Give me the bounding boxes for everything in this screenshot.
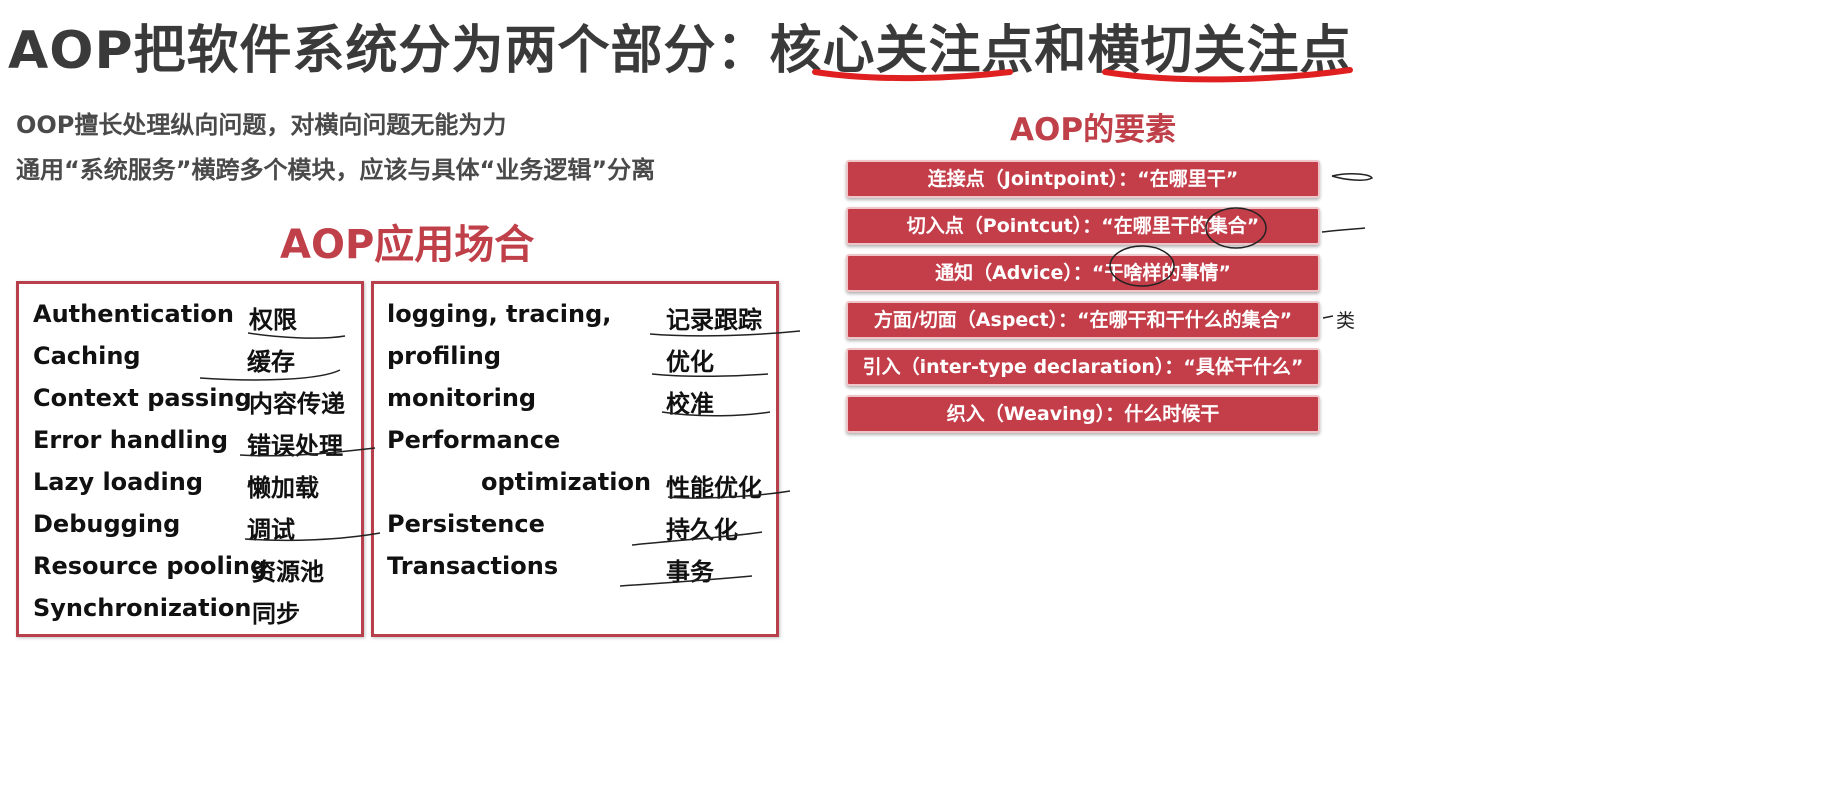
pen-mark (651, 373, 769, 378)
pen-mark (631, 531, 763, 546)
pen-circle (1205, 207, 1267, 249)
pen-mark (239, 447, 376, 457)
handwritten-annotations (199, 67, 1373, 587)
pen-mark (1331, 173, 1373, 181)
pen-mark (667, 490, 791, 499)
pen-mark (661, 411, 771, 417)
pen-mark (649, 330, 801, 337)
title-underline-core (812, 69, 1013, 82)
pen-mark (1322, 315, 1334, 319)
pen-mark (247, 332, 346, 339)
pen-mark (619, 575, 753, 587)
title-underline-crosscut (1102, 67, 1353, 83)
pen-mark (199, 369, 341, 381)
pen-mark (244, 532, 381, 542)
pen-circle (1109, 245, 1175, 287)
pen-mark (1321, 227, 1366, 233)
